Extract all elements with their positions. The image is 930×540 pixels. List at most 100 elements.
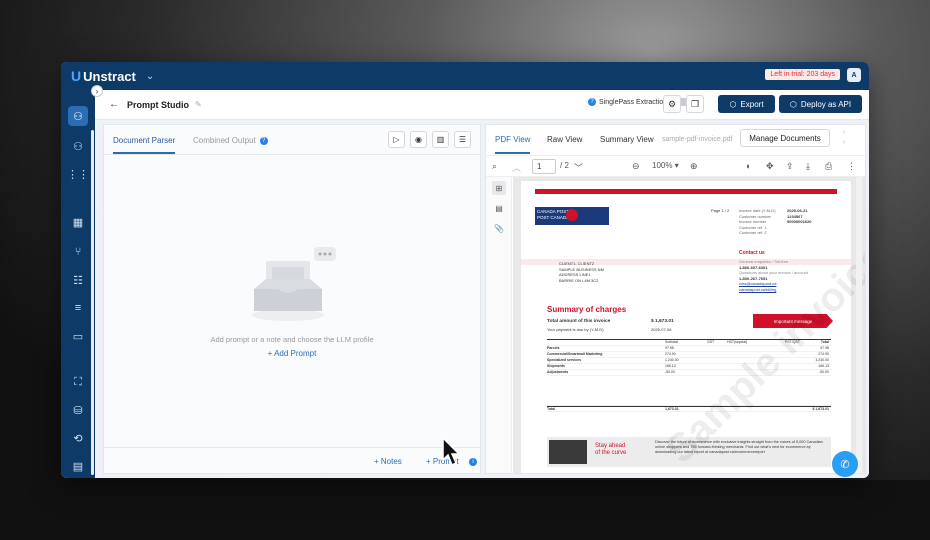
banner-title: Stay ahead of the curve <box>595 443 626 457</box>
tab-combined-output[interactable]: Combined Output? <box>193 136 268 145</box>
export-icon: ⬡ <box>729 99 737 109</box>
zoom-value: 100% <box>652 161 673 170</box>
more-vertical-icon[interactable]: ⋮ <box>847 161 856 172</box>
table-cell: Parcels <box>547 346 560 350</box>
tab-raw-view[interactable]: Raw View <box>547 135 582 144</box>
deploy-api-button[interactable]: ⬡ Deploy as API <box>779 95 862 113</box>
print-icon[interactable]: ⎙ <box>825 161 832 172</box>
tab-pdf-view[interactable]: PDF View <box>495 135 531 154</box>
docs-icon[interactable]: ▤ <box>68 456 88 476</box>
add-notes-button[interactable]: + Notes <box>374 457 402 466</box>
table-cell: Shipments <box>547 364 565 368</box>
play-icon: ▷ <box>393 135 400 144</box>
app-window: U Unstract ⌄ Left in trial: 203 days A ⚇ … <box>61 62 869 478</box>
table-cell: Adjustments <box>547 370 569 374</box>
table-cell: 166.13 <box>665 364 676 368</box>
record-button[interactable]: ◉ <box>410 131 427 148</box>
table-cell: $ 1,673.01 <box>812 407 829 411</box>
export-button[interactable]: ⬡ Export <box>718 95 775 113</box>
add-prompt-link[interactable]: + Add Prompt <box>104 349 480 358</box>
workflow-icon[interactable]: ⋮⋮ <box>67 164 89 184</box>
table-cell: 97.98 <box>820 346 829 350</box>
document-tabs: PDF View Raw View Summary View sample-pd… <box>486 125 865 155</box>
pipeline-icon[interactable]: ⑂ <box>68 242 88 262</box>
zoom-select[interactable]: 100% ▾ <box>652 161 679 170</box>
page-number-input[interactable]: 1 <box>532 159 556 174</box>
prompt-studio-icon[interactable]: ⚇ <box>68 106 88 126</box>
terminal-icon[interactable]: ▭ <box>68 326 88 346</box>
thumbnails-icon[interactable]: ⊞ <box>492 181 506 195</box>
trial-badge: Left in trial: 203 days <box>765 69 840 80</box>
total-amount-label: Total amount of this invoice <box>547 319 611 324</box>
pdf-viewer[interactable]: CANADA POSTES POST CANADA Page 1 / 2 Inv… <box>513 177 865 473</box>
info-icon[interactable]: i <box>469 458 477 466</box>
table-cell: Commercial/Smartmail Marketing <box>547 352 603 356</box>
meta-value: 90000001620 <box>787 219 812 224</box>
back-arrow-icon[interactable]: ← <box>109 99 119 110</box>
zoom-in-icon[interactable]: ⊕ <box>690 161 698 172</box>
table-header-cell: Subtotal <box>665 340 678 344</box>
bookmark-icon[interactable]: ▤ <box>492 201 506 215</box>
tab-summary-view[interactable]: Summary View <box>600 135 654 144</box>
upload-icon[interactable]: ⇪ <box>786 161 794 172</box>
dashboard-icon[interactable]: ▦ <box>68 212 88 232</box>
edit-pencil-icon[interactable]: ✎ <box>195 100 202 109</box>
help-icon[interactable]: ? <box>588 98 596 106</box>
tab-document-parser[interactable]: Document Parser <box>113 136 176 154</box>
manage-documents-button[interactable]: Manage Documents <box>740 129 830 147</box>
gear-icon: ⚙ <box>667 98 677 109</box>
chart-button[interactable]: ▥ <box>432 131 449 148</box>
laptop-image <box>549 440 587 464</box>
table-cell: 97.98 <box>665 346 674 350</box>
chart-icon: ▥ <box>436 135 445 144</box>
table-cell: 274.90 <box>818 352 829 356</box>
search-icon[interactable]: ⌕ <box>492 161 497 172</box>
database-icon[interactable]: ⛁ <box>68 400 88 420</box>
help-icon[interactable]: ? <box>259 136 268 145</box>
chevron-down-icon[interactable]: ⌄ <box>146 71 154 82</box>
chevron-right-icon[interactable]: › <box>843 139 845 146</box>
table-cell: Total <box>547 407 556 411</box>
list-icon: ☰ <box>458 135 467 144</box>
run-button[interactable]: ▷ <box>388 131 405 148</box>
table-cell: -50.00 <box>665 370 675 374</box>
theme-icon[interactable]: ◐ <box>746 161 751 171</box>
chat-fab-button[interactable]: ✆ <box>832 451 858 477</box>
users-icon[interactable]: ⚇ <box>68 136 88 156</box>
avatar[interactable]: A <box>847 68 861 82</box>
chevron-up-icon[interactable]: ︿ <box>512 161 521 174</box>
connector-icon[interactable]: ⟲ <box>68 428 88 448</box>
list-view-button[interactable]: ☰ <box>454 131 471 148</box>
page-label: Page 1 / 2 <box>711 208 730 213</box>
sidebar-scrollbar[interactable] <box>91 130 94 475</box>
list-icon[interactable]: ≡ <box>68 298 88 318</box>
pan-icon[interactable]: ✥ <box>766 161 774 172</box>
table-cell: 1,240.00 <box>665 358 679 362</box>
app-logo[interactable]: U Unstract <box>71 68 136 84</box>
document-panel: PDF View Raw View Summary View sample-pd… <box>485 124 866 474</box>
total-amount: $ 1,673.01 <box>651 319 674 324</box>
chevron-left-icon[interactable]: ‹ <box>843 129 845 136</box>
prompt-panel-tabs: Document Parser Combined Output? ▷ ◉ ▥ ☰ <box>104 125 480 155</box>
banner-title-line: of the curve <box>595 450 627 456</box>
chevron-down-icon[interactable]: ﹀ <box>574 161 583 174</box>
attachment-icon[interactable]: 📎 <box>492 221 506 235</box>
table-cell: 1,240.00 <box>815 358 829 362</box>
copy-button[interactable]: ❐ <box>686 95 704 113</box>
table-header-cell: Total <box>820 340 829 344</box>
table-header-cell: GST <box>707 340 715 344</box>
download-icon[interactable]: ⤓ <box>806 161 810 172</box>
settings-gear-button[interactable]: ⚙ <box>663 95 681 113</box>
prompt-panel: Document Parser Combined Output? ▷ ◉ ▥ ☰… <box>103 124 481 474</box>
meta-label: Invoice date (Y-M-D) <box>739 208 776 213</box>
scan-icon[interactable]: ⛶ <box>68 372 88 392</box>
contact-line: Questions about your invoice / account <box>739 270 808 275</box>
table-cell: Specialized services <box>547 358 582 362</box>
sidebar-toggle-icon[interactable]: › <box>91 85 103 97</box>
canada-post-logo: CANADA POSTES POST CANADA <box>535 207 609 225</box>
table-cell: 1,673.01 <box>665 407 679 411</box>
table-cell: -50.00 <box>819 370 829 374</box>
zoom-out-icon[interactable]: ⊖ <box>632 161 640 172</box>
tree-icon[interactable]: ☷ <box>68 270 88 290</box>
pdf-scrollbar[interactable] <box>856 177 862 473</box>
